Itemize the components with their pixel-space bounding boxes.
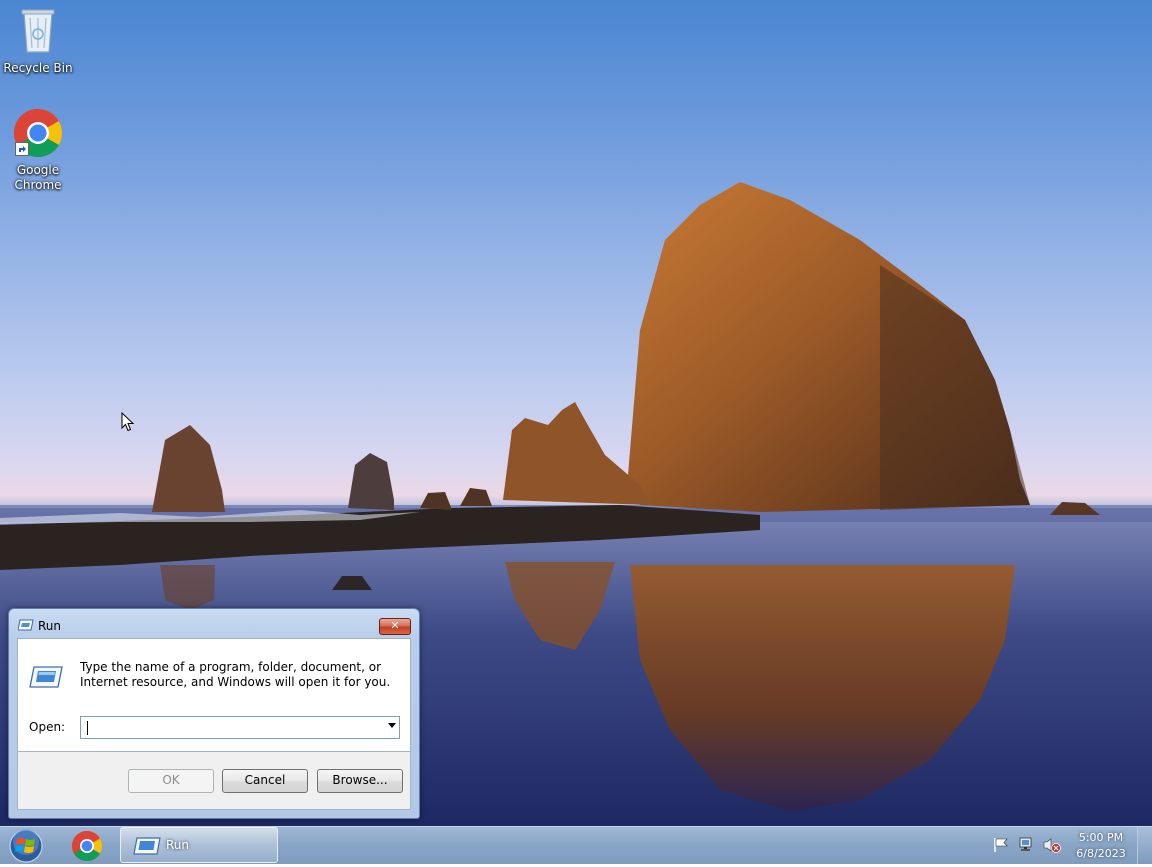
network-icon[interactable] (1018, 837, 1036, 856)
taskbar-run-label: Run (166, 838, 190, 852)
run-description: Type the name of a program, folder, docu… (80, 660, 391, 689)
run-program-icon (29, 666, 63, 691)
cancel-button[interactable]: Cancel (222, 769, 308, 793)
show-desktop-button[interactable] (1137, 827, 1152, 864)
desktop-icon-google-chrome[interactable]: Google Chrome (0, 108, 76, 193)
run-small-icon (133, 837, 161, 858)
run-button-bar: OK Cancel Browse... (17, 752, 411, 810)
clock-date: 6/8/2023 (1076, 847, 1126, 860)
taskbar: Run 5:00 PM 6/8/2023 (0, 826, 1152, 864)
open-input[interactable] (83, 719, 379, 736)
open-combobox[interactable] (80, 716, 400, 739)
chrome-icon (13, 108, 63, 160)
run-dialog: Run ✕ Type the name of a program, folder… (8, 608, 420, 819)
run-body: Type the name of a program, folder, docu… (17, 638, 411, 752)
action-center-flag-icon[interactable] (992, 837, 1010, 856)
taskbar-run-button[interactable]: Run (120, 827, 278, 863)
google-chrome-label: Google Chrome (14, 163, 62, 192)
browse-button[interactable]: Browse... (317, 769, 403, 793)
clock[interactable]: 5:00 PM 6/8/2023 (1066, 830, 1136, 862)
shortcut-arrow-icon (15, 142, 29, 156)
recycle-bin-label: Recycle Bin (3, 61, 73, 75)
close-button[interactable]: ✕ (379, 618, 411, 635)
taskbar-chrome-button[interactable] (66, 829, 108, 862)
desktop-icon-recycle-bin[interactable]: Recycle Bin (0, 6, 76, 76)
recycle-bin-icon (0, 6, 76, 58)
windows-start-orb (9, 829, 43, 863)
text-cursor (87, 721, 88, 735)
dropdown-arrow-icon[interactable] (388, 723, 396, 728)
volume-muted-icon[interactable] (1043, 837, 1061, 856)
run-titlebar[interactable]: Run ✕ (9, 609, 419, 639)
close-icon: ✕ (390, 619, 400, 632)
start-button[interactable] (4, 828, 48, 864)
ok-button[interactable]: OK (128, 769, 214, 793)
clock-time: 5:00 PM (1078, 831, 1124, 844)
open-label: Open: (29, 720, 66, 734)
chrome-icon (71, 830, 103, 862)
run-small-icon (17, 619, 34, 634)
mouse-pointer-icon (121, 412, 135, 432)
run-title: Run (38, 619, 62, 633)
